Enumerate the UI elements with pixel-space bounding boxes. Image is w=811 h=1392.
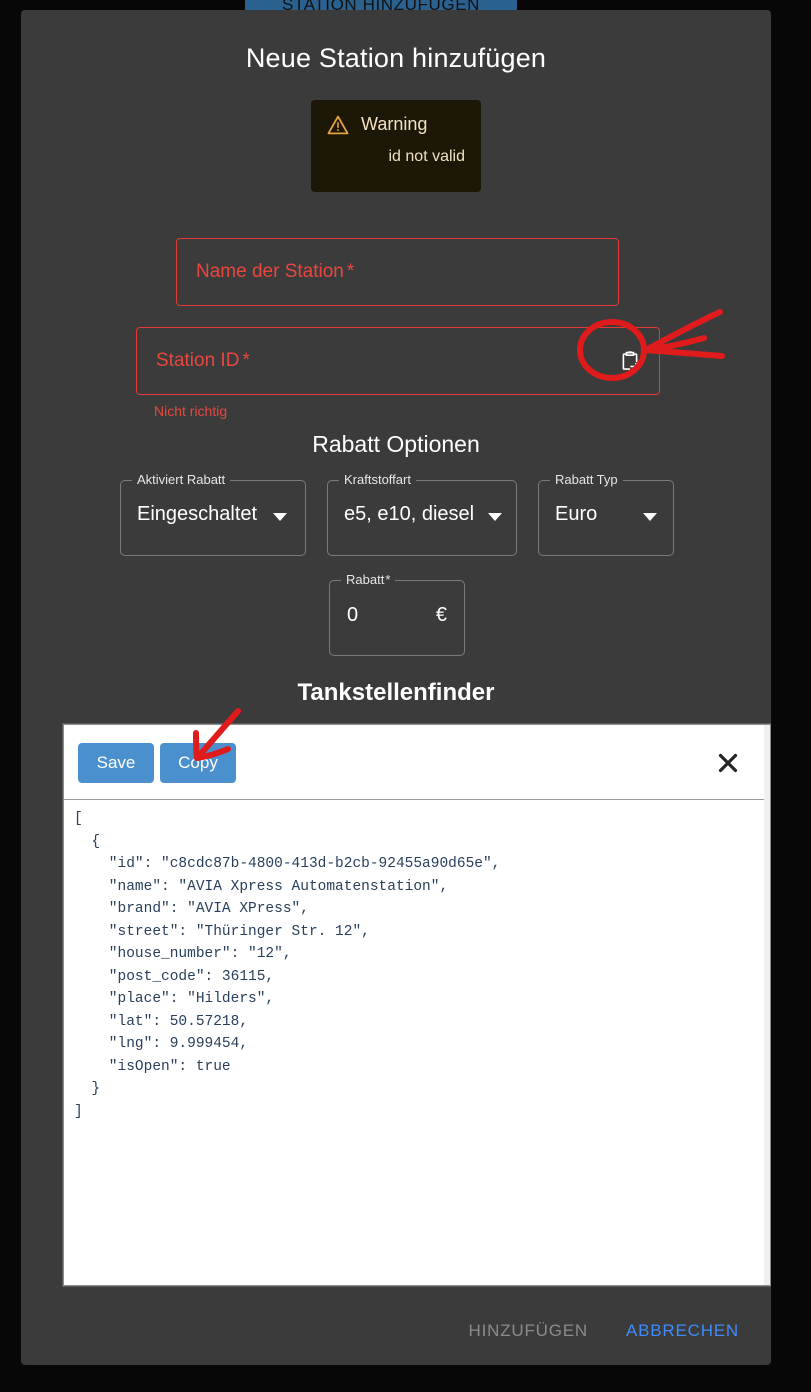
cancel-button[interactable]: ABBRECHEN bbox=[612, 1313, 753, 1349]
chevron-down-icon[interactable] bbox=[488, 513, 502, 521]
select-aktiviert-rabatt-legend: Aktiviert Rabatt bbox=[132, 472, 231, 487]
warning-message: id not valid bbox=[388, 148, 466, 165]
clipboard-export-icon[interactable] bbox=[617, 348, 643, 374]
frame-toolbar: Save Copy bbox=[64, 725, 770, 800]
close-x-icon[interactable] bbox=[714, 749, 742, 777]
rabatt-amount-value: 0 bbox=[347, 604, 359, 626]
chevron-down-icon[interactable] bbox=[273, 513, 287, 521]
dialog-actions: HINZUFÜGEN ABBRECHEN bbox=[455, 1313, 753, 1349]
warning-title: Warning bbox=[361, 114, 428, 134]
select-rabatt-typ-value: Euro bbox=[555, 503, 598, 525]
warning-banner: Warning id not valid bbox=[311, 100, 481, 192]
page-title: Neue Station hinzufügen bbox=[245, 43, 547, 73]
copy-button[interactable]: Copy bbox=[160, 743, 236, 783]
select-rabatt-typ[interactable]: Rabatt Typ Euro bbox=[538, 472, 674, 556]
finder-section-heading: Tankstellenfinder bbox=[297, 679, 495, 706]
station-id-label-text: Station ID bbox=[156, 350, 240, 371]
station-name-required-marker: * bbox=[346, 261, 355, 282]
save-button[interactable]: Save bbox=[78, 743, 154, 783]
add-station-dialog: Neue Station hinzufügen Warning id not v… bbox=[21, 10, 771, 1365]
station-id-label: Station ID * bbox=[156, 350, 250, 372]
screen: STATION HINZUFÜGEN Neue Station hinzufüg… bbox=[0, 0, 811, 1392]
select-kraftstoffart-value: e5, e10, diesel bbox=[344, 503, 475, 525]
currency-suffix: € bbox=[435, 604, 447, 626]
frame-scrollbar[interactable] bbox=[764, 725, 770, 1285]
select-kraftstoffart-legend: Kraftstoffart bbox=[339, 472, 416, 487]
submit-button[interactable]: HINZUFÜGEN bbox=[455, 1313, 602, 1349]
select-aktiviert-rabatt-value: Eingeschaltet bbox=[137, 503, 258, 525]
warning-triangle-icon bbox=[327, 115, 349, 135]
rabatt-amount-legend: Rabatt * bbox=[341, 572, 396, 587]
warning-row: Warning bbox=[327, 114, 465, 135]
station-id-required-marker: * bbox=[242, 350, 250, 371]
rabatt-amount-legend-text: Rabatt bbox=[346, 572, 385, 587]
discount-section-heading: Rabatt Optionen bbox=[312, 431, 480, 457]
select-kraftstoffart[interactable]: Kraftstoffart e5, e10, diesel bbox=[327, 472, 517, 556]
tankstellenfinder-frame: Save Copy [ { "id": "c8cdc87b-4800-413d-… bbox=[62, 723, 771, 1287]
station-name-field[interactable]: Name der Station * bbox=[176, 238, 619, 306]
chevron-down-icon[interactable] bbox=[643, 513, 657, 521]
json-output: [ { "id": "c8cdc87b-4800-413d-b2cb-92455… bbox=[74, 811, 501, 1120]
rabatt-amount-required-marker: * bbox=[385, 572, 391, 587]
station-id-error: Nicht richtig bbox=[154, 403, 228, 419]
select-aktiviert-rabatt[interactable]: Aktiviert Rabatt Eingeschaltet bbox=[120, 472, 306, 556]
station-name-label: Name der Station * bbox=[196, 261, 354, 283]
station-name-label-text: Name der Station bbox=[196, 261, 344, 282]
rabatt-amount-field[interactable]: Rabatt * 0 € bbox=[329, 572, 465, 656]
select-rabatt-typ-legend: Rabatt Typ bbox=[550, 472, 623, 487]
station-id-field[interactable]: Station ID * bbox=[136, 327, 660, 395]
